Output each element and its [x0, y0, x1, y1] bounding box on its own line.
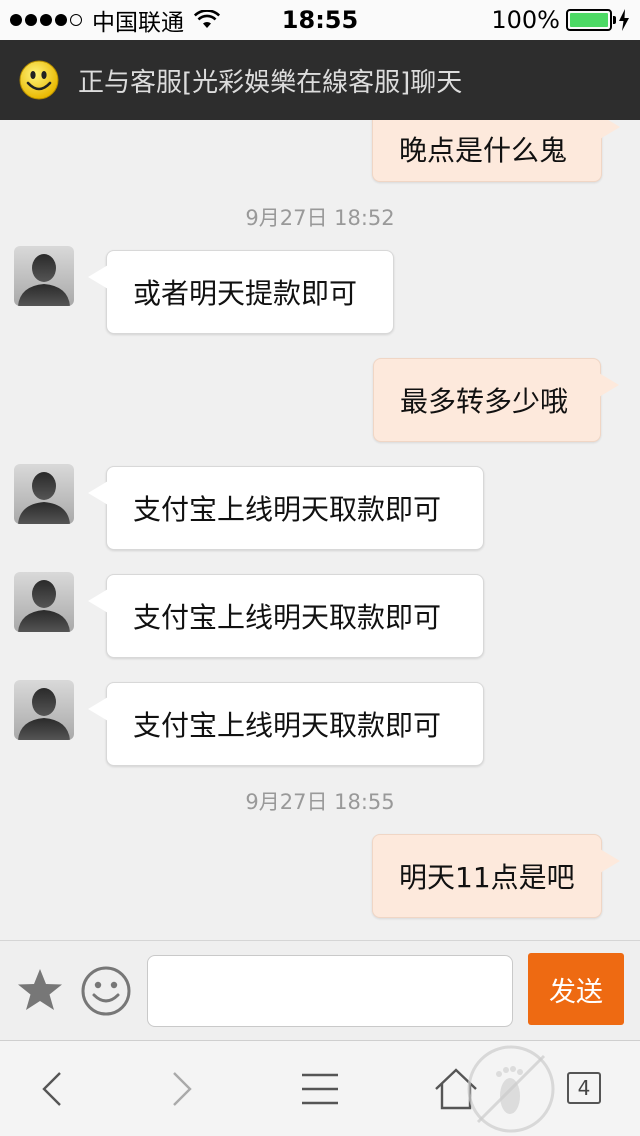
battery-percent: 100% — [491, 6, 560, 34]
star-icon[interactable] — [14, 965, 66, 1017]
message-bubble-sent: 晚点是什么鬼 — [372, 120, 620, 182]
message-bubble-received: 支付宝上线明天取款即可 — [88, 574, 484, 658]
chat-header: 正与客服[光彩娛樂在線客服]聊天 — [0, 40, 640, 120]
status-bar: 中国联通 18:55 100% — [0, 0, 640, 40]
charging-bolt-icon — [619, 9, 629, 31]
battery-icon — [566, 9, 616, 31]
back-arrow-icon[interactable] — [24, 1061, 80, 1117]
message-bubble-sent: 最多转多少哦 — [373, 358, 619, 442]
message-composer: 发送 — [0, 940, 640, 1040]
avatar[interactable] — [14, 680, 74, 740]
message-text: 或者明天提款即可 — [133, 277, 358, 310]
carrier-name: 中国联通 — [92, 10, 184, 36]
message-text: 明天11点是吧 — [399, 861, 575, 894]
menu-icon[interactable] — [292, 1061, 348, 1117]
timestamp: 9月27日 18:52 — [245, 206, 395, 230]
message-text: 支付宝上线明天取款即可 — [133, 493, 442, 526]
message-text: 支付宝上线明天取款即可 — [133, 601, 442, 634]
avatar[interactable] — [14, 246, 74, 306]
forward-arrow-icon[interactable] — [154, 1061, 210, 1117]
message-input[interactable] — [147, 955, 513, 1027]
emoji-icon[interactable] — [80, 965, 132, 1017]
message-list[interactable]: 晚点是什么鬼 9月27日 18:52 或者明天提款即可 最多转多少哦 支付宝上线… — [0, 120, 640, 940]
message-bubble-received: 支付宝上线明天取款即可 — [88, 682, 484, 766]
timestamp: 9月27日 18:55 — [245, 790, 395, 814]
wifi-icon — [194, 10, 220, 28]
page-title: 正与客服[光彩娛樂在線客服]聊天 — [78, 67, 463, 98]
avatar[interactable] — [14, 464, 74, 524]
message-bubble-received: 或者明天提款即可 — [88, 250, 394, 334]
avatar[interactable] — [14, 572, 74, 632]
footprint-watermark-icon — [467, 1045, 555, 1133]
tabs-icon[interactable]: 4 — [567, 1072, 601, 1104]
message-text: 最多转多少哦 — [400, 385, 569, 418]
message-text: 支付宝上线明天取款即可 — [133, 709, 442, 742]
message-text: 晚点是什么鬼 — [399, 134, 568, 167]
send-button[interactable]: 发送 — [528, 953, 624, 1025]
signal-strength-icon — [10, 14, 82, 26]
smiley-face-icon — [19, 60, 59, 100]
message-bubble-received: 支付宝上线明天取款即可 — [88, 466, 484, 550]
message-bubble-sent: 明天11点是吧 — [372, 834, 620, 918]
